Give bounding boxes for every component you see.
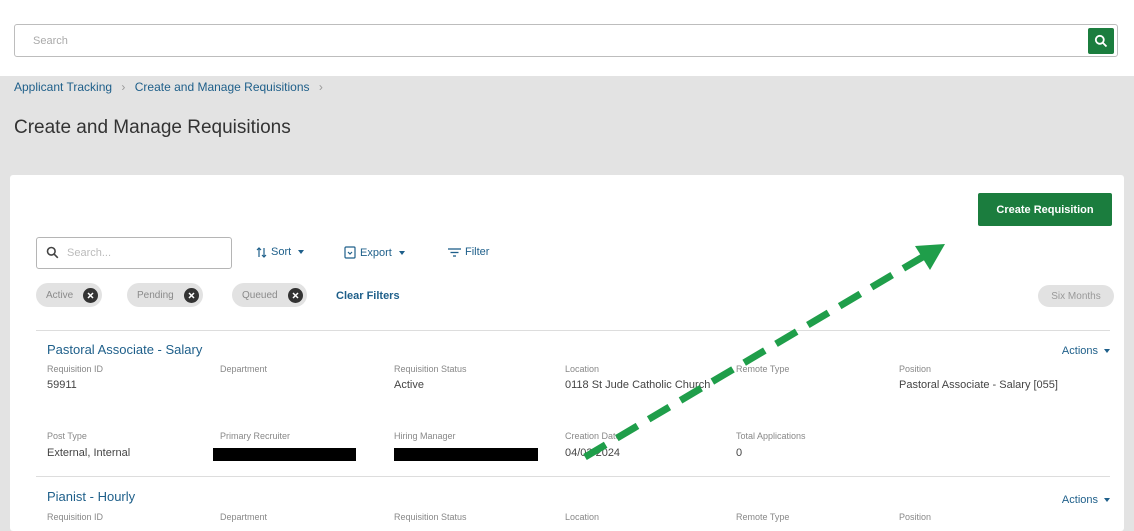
chip-label: Active xyxy=(46,289,74,301)
creation-date-value: 04/03/2024 xyxy=(565,447,621,459)
export-label: Export xyxy=(360,246,392,259)
sort-icon xyxy=(256,246,267,258)
divider xyxy=(36,330,1110,331)
remote-type-label: Remote Type xyxy=(736,512,790,522)
date-range-chip[interactable]: Six Months xyxy=(1038,285,1114,307)
requisition-status-label: Requisition Status xyxy=(394,512,467,522)
create-requisition-button[interactable]: Create Requisition xyxy=(978,193,1112,226)
list-search-input[interactable] xyxy=(65,238,225,268)
filter-chip-queued: Queued xyxy=(232,283,307,307)
position-label: Position xyxy=(899,364,932,374)
post-type-label: Post Type xyxy=(47,431,87,441)
export-icon xyxy=(344,246,356,259)
filter-label: Filter xyxy=(465,246,490,258)
divider xyxy=(36,476,1110,477)
requisition-title-link[interactable]: Pastoral Associate - Salary xyxy=(47,342,202,357)
total-applications-label: Total Applications xyxy=(736,431,806,441)
actions-menu-button[interactable]: Actions xyxy=(1062,345,1110,357)
requisition-id-label: Requisition ID xyxy=(47,512,104,522)
global-search-box xyxy=(14,24,1118,57)
breadcrumb-separator: › xyxy=(121,80,126,94)
requisitions-panel: Create Requisition Sort Export xyxy=(10,175,1124,531)
caret-down-icon xyxy=(398,250,405,255)
requisition-id-value: 59911 xyxy=(47,379,77,391)
breadcrumb: Applicant Tracking › Create and Manage R… xyxy=(14,80,329,94)
actions-menu-button[interactable]: Actions xyxy=(1062,494,1110,506)
hiring-manager-label: Hiring Manager xyxy=(394,431,456,441)
global-search-input[interactable] xyxy=(15,25,1075,56)
breadcrumb-separator: › xyxy=(318,80,323,94)
filter-icon xyxy=(448,247,461,257)
search-icon xyxy=(1094,34,1108,48)
actions-label: Actions xyxy=(1061,345,1098,357)
position-value: Pastoral Associate - Salary [055] xyxy=(899,379,1058,391)
chip-label: Queued xyxy=(242,289,278,301)
requisition-status-value: Active xyxy=(394,379,424,391)
filter-chip-pending: Pending xyxy=(127,283,203,307)
clear-filters-link[interactable]: Clear Filters xyxy=(336,290,400,302)
filter-chip-active: Active xyxy=(36,283,103,307)
export-button[interactable]: Export xyxy=(344,246,405,259)
breadcrumb-applicant-tracking[interactable]: Applicant Tracking xyxy=(14,80,112,94)
requisition-status-label: Requisition Status xyxy=(394,364,467,374)
redacted-recruiter-name xyxy=(213,448,356,461)
post-type-value: External, Internal xyxy=(47,447,131,459)
requisition-id-label: Requisition ID xyxy=(47,364,104,374)
search-icon xyxy=(46,246,59,259)
location-label: Location xyxy=(565,364,600,374)
list-search-box xyxy=(36,237,232,269)
top-bar xyxy=(0,0,1134,76)
location-label: Location xyxy=(565,512,600,522)
location-value: 0118 St Jude Catholic Church xyxy=(565,379,711,391)
redacted-hiring-manager-name xyxy=(394,448,538,461)
chip-label: Pending xyxy=(137,289,174,301)
creation-date-label: Creation Date xyxy=(565,431,621,441)
breadcrumb-create-manage[interactable]: Create and Manage Requisitions xyxy=(135,80,310,94)
requisition-title-link[interactable]: Pianist - Hourly xyxy=(47,489,135,504)
remote-type-label: Remote Type xyxy=(736,364,790,374)
close-circle-icon[interactable] xyxy=(83,287,99,303)
department-label: Department xyxy=(220,364,268,374)
caret-down-icon xyxy=(298,250,305,254)
close-circle-icon[interactable] xyxy=(287,287,303,303)
global-search-button[interactable] xyxy=(1088,28,1114,54)
caret-down-icon xyxy=(1104,498,1110,502)
primary-recruiter-label: Primary Recruiter xyxy=(220,431,291,441)
page-title: Create and Manage Requisitions xyxy=(14,117,291,138)
sort-label: Sort xyxy=(271,246,292,258)
filter-button[interactable]: Filter xyxy=(448,246,489,258)
actions-label: Actions xyxy=(1061,494,1098,506)
department-label: Department xyxy=(220,512,268,522)
position-label: Position xyxy=(899,512,932,522)
close-circle-icon[interactable] xyxy=(183,287,199,303)
total-applications-value: 0 xyxy=(736,447,743,459)
sort-button[interactable]: Sort xyxy=(256,246,305,258)
caret-down-icon xyxy=(1104,349,1110,353)
